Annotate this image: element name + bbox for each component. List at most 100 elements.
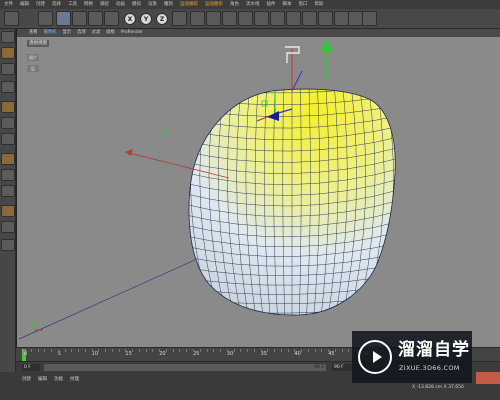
move-icon[interactable] (56, 11, 71, 26)
material-tab-3[interactable]: 纹理 (70, 376, 79, 384)
timeline-minor-tick (206, 349, 208, 352)
light-icon[interactable] (362, 11, 377, 26)
menu-item-7[interactable]: 动画 (116, 0, 125, 9)
menu-item-6[interactable]: 捕捉 (100, 0, 109, 9)
timeline-minor-tick (30, 349, 32, 352)
timeline-minor-tick (193, 349, 194, 352)
timeline-minor-tick (260, 349, 262, 352)
timeline-tick-label: 40 (294, 351, 301, 357)
camera-icon[interactable] (348, 11, 363, 26)
layers-icon[interactable] (1, 239, 15, 251)
menu-item-16[interactable]: 脚本 (283, 0, 292, 9)
range-slider[interactable]: 90 F (44, 364, 326, 371)
menu-item-9[interactable]: 渲染 (148, 0, 157, 9)
timeline-minor-tick (199, 349, 201, 352)
points-mode-icon[interactable] (1, 101, 15, 113)
deformer-icon[interactable] (318, 11, 333, 26)
menu-item-4[interactable]: 工具 (68, 0, 77, 9)
menu-item-3[interactable]: 选择 (52, 0, 61, 9)
render-view-icon[interactable] (190, 11, 205, 26)
timeline-minor-tick (145, 349, 147, 352)
timeline-minor-tick (220, 349, 222, 352)
menu-item-1[interactable]: 编辑 (20, 0, 29, 9)
menu-item-11[interactable]: 运动跟踪 (180, 0, 198, 9)
menu-item-2[interactable]: 创建 (36, 0, 45, 9)
viewport-menu-item-4[interactable]: 过滤 (92, 29, 101, 37)
undo-icon[interactable] (4, 11, 19, 26)
render-settings-icon[interactable] (222, 11, 237, 26)
render-queue-icon[interactable] (476, 372, 500, 384)
viewport-scene[interactable] (17, 29, 500, 347)
snap-icon[interactable] (1, 205, 15, 217)
perspective-viewport[interactable]: 查看 摄像机 显示 选项 过滤 面板 ProRender 透视视图 图片 层 (16, 29, 500, 347)
polygons-mode-icon[interactable] (1, 133, 15, 145)
menu-item-15[interactable]: 插件 (267, 0, 276, 9)
menu-item-14[interactable]: 流水线 (246, 0, 260, 9)
nurbs-icon[interactable] (302, 11, 317, 26)
menu-item-8[interactable]: 模拟 (132, 0, 141, 9)
viewport-side-label-image[interactable]: 图片 (27, 54, 39, 61)
live-select-icon[interactable] (38, 11, 53, 26)
texture-mode-icon[interactable] (1, 47, 15, 59)
timeline-minor-tick (334, 349, 336, 352)
axis-mode-icon[interactable] (1, 153, 15, 165)
viewport-menu-item-6[interactable]: ProRender (121, 29, 143, 37)
material-tab-1[interactable]: 编辑 (38, 376, 47, 384)
menu-item-10[interactable]: 雕刻 (164, 0, 173, 9)
edges-mode-icon[interactable] (1, 117, 15, 129)
make-editable-icon[interactable] (1, 31, 15, 43)
timeline-minor-tick (301, 349, 303, 352)
viewport-side-label-layer[interactable]: 层 (27, 65, 39, 72)
timeline-minor-tick (253, 349, 255, 352)
timeline-minor-tick (172, 349, 174, 352)
viewport-menu-item-3[interactable]: 选项 (77, 29, 86, 37)
material-tab-0[interactable]: 创建 (22, 376, 31, 384)
range-end-field[interactable]: 90 F (332, 364, 352, 371)
z-axis-button[interactable]: Z (156, 13, 168, 25)
menu-item-18[interactable]: 帮助 (315, 0, 324, 9)
workplane-icon[interactable] (1, 81, 15, 93)
play-icon (373, 351, 382, 363)
recent-icon[interactable] (104, 11, 119, 26)
pen-icon[interactable] (254, 11, 269, 26)
timeline-tick-label: 10 (91, 351, 98, 357)
timeline-minor-tick (24, 349, 25, 352)
render-picture-viewer-icon[interactable] (206, 11, 221, 26)
timeline-minor-tick (84, 349, 86, 352)
range-slider-end-label: 90 F (314, 365, 324, 370)
viewport-menu-item-0[interactable]: 查看 (29, 29, 38, 37)
cube-icon[interactable] (238, 11, 253, 26)
viewport-menu: 查看 摄像机 显示 选项 过滤 面板 ProRender (17, 29, 500, 37)
floor-icon[interactable] (334, 11, 349, 26)
timeline-minor-tick (98, 349, 100, 352)
subdivision-icon[interactable] (270, 11, 285, 26)
viewport-menu-item-1[interactable]: 摄像机 (44, 29, 57, 37)
rotate-icon[interactable] (88, 11, 103, 26)
y-axis-button[interactable]: Y (140, 13, 152, 25)
watermark: 溜溜自学 ZIXUE.3D66.COM (352, 331, 472, 383)
scale-icon[interactable] (72, 11, 87, 26)
menu-item-13[interactable]: 角色 (230, 0, 239, 9)
viewport-menu-item-5[interactable]: 面板 (106, 29, 115, 37)
timeline-minor-tick (186, 349, 188, 352)
timeline-tick-label: 45 (328, 351, 335, 357)
range-start-field[interactable]: 0 F (22, 364, 40, 371)
x-axis-button[interactable]: X (124, 13, 136, 25)
workplane-lock-icon[interactable] (1, 221, 15, 233)
menu-item-12[interactable]: 运动图形 (205, 0, 223, 9)
timeline-tick-label: 15 (125, 351, 132, 357)
timeline-minor-tick (165, 349, 167, 352)
viewport-menu-item-2[interactable]: 显示 (62, 29, 71, 37)
array-icon[interactable] (286, 11, 301, 26)
timeline-minor-tick (348, 349, 350, 352)
menu-item-5[interactable]: 网格 (84, 0, 93, 9)
material-tab-2[interactable]: 功能 (54, 376, 63, 384)
timeline-minor-tick (213, 349, 215, 352)
menu-item-0[interactable]: 文件 (4, 0, 13, 9)
menu-item-17[interactable]: 窗口 (299, 0, 308, 9)
watermark-url: ZIXUE.3D66.COM (399, 364, 460, 372)
tweak-mode-icon[interactable] (1, 169, 15, 181)
solo-icon[interactable] (1, 185, 15, 197)
world-coordinates-icon[interactable] (172, 11, 187, 26)
model-mode-icon[interactable] (1, 63, 15, 75)
